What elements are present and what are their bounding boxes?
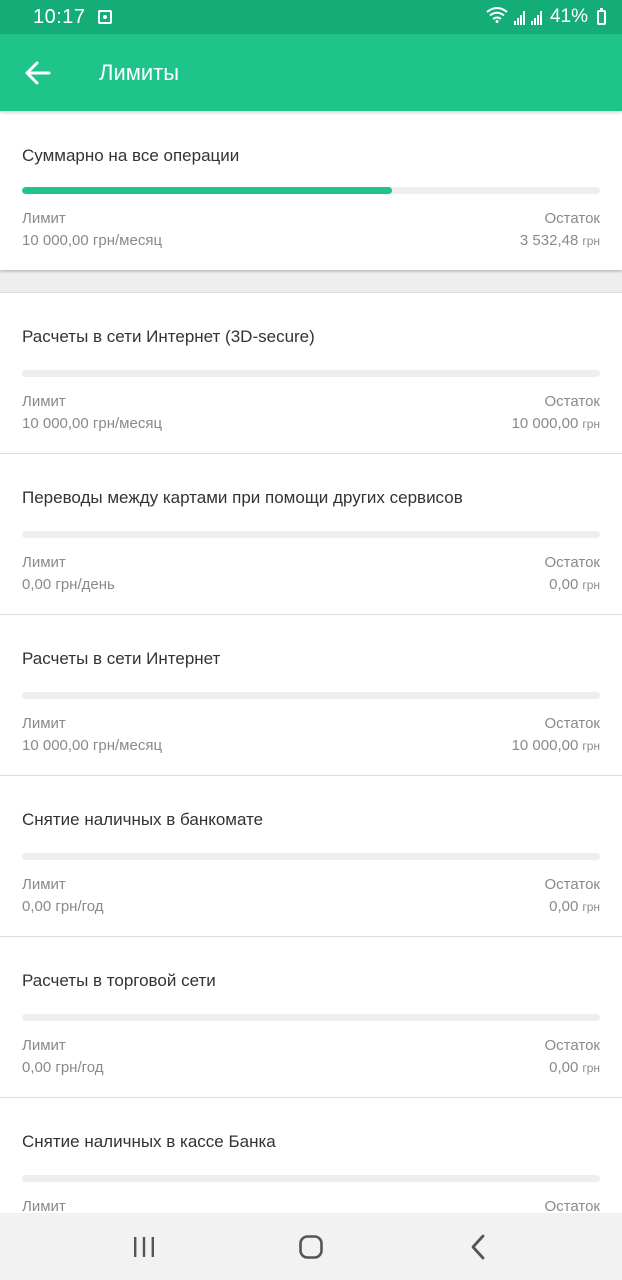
limit-label: Лимит — [22, 1198, 66, 1213]
limit-label: Лимит — [22, 1037, 66, 1054]
limit-value: 10 000,00 грн/месяц — [22, 415, 163, 432]
rest-currency: грн — [582, 1061, 600, 1075]
rest-currency: грн — [582, 417, 600, 431]
signal-icon-2 — [530, 9, 542, 25]
status-right: 41% — [486, 6, 606, 28]
rest-value: 0,00 грн — [545, 1056, 600, 1080]
limit-progress-bar — [22, 531, 600, 538]
limit-info: Лимит — [22, 1197, 66, 1213]
rest-label: Остаток — [544, 554, 601, 571]
rest-info: Остаток 0,00 грн — [545, 875, 601, 919]
limit-label: Лимит — [22, 876, 66, 893]
limit-title: Переводы между картами при помощи других… — [22, 488, 463, 507]
limit-info: Лимит 10 000,00 грн/месяц — [22, 714, 162, 757]
rest-label: Остаток — [544, 1198, 601, 1213]
summary-progress-fill — [22, 187, 392, 194]
arrow-left-icon — [25, 61, 51, 84]
signal-icon — [513, 9, 525, 25]
rest-amount: 10 000,00 — [511, 737, 579, 754]
limit-value: 10 000,00 грн/месяц — [22, 737, 163, 754]
limit-info: Лимит 0,00 грн/год — [22, 875, 104, 918]
limit-info: Лимит 10 000,00 грн/месяц — [22, 392, 162, 435]
back-chevron-icon — [471, 1234, 485, 1259]
wifi-icon — [486, 6, 508, 28]
limit-item[interactable]: Переводы между картами при помощи других… — [0, 454, 622, 615]
back-button[interactable] — [8, 43, 68, 103]
limit-title: Расчеты в сети Интернет (3D-secure) — [22, 327, 315, 346]
app-bar: Лимиты — [0, 34, 622, 111]
section-divider — [0, 270, 622, 293]
rest-currency: грн — [582, 739, 600, 753]
rest-info: Остаток — [545, 1197, 601, 1213]
limit-item[interactable]: Снятие наличных в банкомате Лимит 0,00 г… — [0, 776, 622, 937]
rest-amount: 10 000,00 — [511, 415, 579, 432]
limit-label: Лимит — [22, 554, 66, 571]
rest-value: 10 000,00 грн — [512, 734, 600, 758]
limit-title: Снятие наличных в кассе Банка — [22, 1132, 276, 1151]
summary-progress-bar — [22, 187, 600, 194]
limit-item[interactable]: Расчеты в торговой сети Лимит 0,00 грн/г… — [0, 937, 622, 1098]
rest-amount: 3 532,48 — [519, 232, 579, 249]
status-bar: 10:17 41% — [0, 0, 622, 34]
rest-amount: 0,00 — [549, 898, 579, 915]
recent-apps-icon — [133, 1236, 154, 1257]
status-time: 10:17 — [33, 5, 86, 28]
limit-label: Лимит — [22, 393, 66, 410]
limit-item[interactable]: Расчеты в сети Интернет Лимит 10 000,00 … — [0, 615, 622, 776]
limit-info: Лимит 0,00 грн/год — [22, 1036, 104, 1079]
limit-title: Расчеты в сети Интернет — [22, 649, 221, 668]
rest-value: 0,00 грн — [545, 573, 600, 597]
home-button[interactable] — [281, 1217, 341, 1277]
home-icon — [299, 1234, 323, 1259]
summary-card: Суммарно на все операции Лимит 10 000,00… — [0, 111, 622, 270]
rest-label: Остаток — [544, 876, 601, 893]
rest-info: Остаток 10 000,00 грн — [512, 714, 600, 758]
limit-label: Лимит — [22, 715, 66, 732]
rest-value: 3 532,48 грн — [520, 229, 600, 253]
summary-limit: Лимит 10 000,00 грн/месяц — [22, 209, 162, 252]
limit-value: 0,00 грн/год — [22, 898, 104, 915]
rest-label: Остаток — [544, 393, 601, 410]
limit-item[interactable]: Расчеты в сети Интернет (3D-secure) Лими… — [0, 293, 622, 454]
recent-apps-button[interactable] — [114, 1217, 174, 1277]
limit-value: 0,00 грн/день — [22, 576, 115, 593]
rest-info: Остаток 0,00 грн — [545, 1036, 601, 1080]
limit-title: Расчеты в торговой сети — [22, 971, 216, 990]
limit-progress-bar — [22, 1175, 600, 1182]
rest-label: Остаток — [544, 210, 601, 227]
rest-currency: грн — [582, 900, 600, 914]
battery-percent: 41% — [549, 6, 588, 27]
rest-info: Остаток 10 000,00 грн — [512, 392, 600, 436]
battery-icon — [597, 7, 606, 25]
rest-currency: грн — [582, 234, 600, 248]
system-nav-bar — [0, 1213, 622, 1280]
limit-title: Снятие наличных в банкомате — [22, 810, 264, 829]
system-back-button[interactable] — [448, 1217, 508, 1277]
limit-progress-bar — [22, 692, 600, 699]
rest-label: Остаток — [544, 1037, 601, 1054]
rest-currency: грн — [582, 578, 600, 592]
rest-value: 0,00 грн — [545, 895, 600, 919]
notification-icon — [97, 10, 112, 24]
page-title: Лимиты — [99, 59, 180, 85]
limit-progress-bar — [22, 1014, 600, 1021]
rest-amount: 0,00 — [549, 1059, 579, 1076]
rest-amount: 0,00 — [549, 576, 579, 593]
rest-info: Остаток 0,00 грн — [545, 553, 601, 597]
limit-value: 10 000,00 грн/месяц — [22, 232, 163, 249]
limit-info: Лимит 0,00 грн/день — [22, 553, 115, 596]
summary-title: Суммарно на все операции — [22, 146, 240, 165]
limit-progress-bar — [22, 853, 600, 860]
limit-value: 0,00 грн/год — [22, 1059, 104, 1076]
limit-item[interactable]: Снятие наличных в кассе Банка Лимит Оста… — [0, 1098, 622, 1213]
limits-content[interactable]: Суммарно на все операции Лимит 10 000,00… — [0, 111, 622, 1213]
limit-label: Лимит — [22, 210, 66, 227]
summary-rest: Остаток 3 532,48 грн — [520, 209, 600, 253]
rest-value: 10 000,00 грн — [512, 412, 600, 436]
rest-label: Остаток — [544, 715, 601, 732]
limit-progress-bar — [22, 370, 600, 377]
